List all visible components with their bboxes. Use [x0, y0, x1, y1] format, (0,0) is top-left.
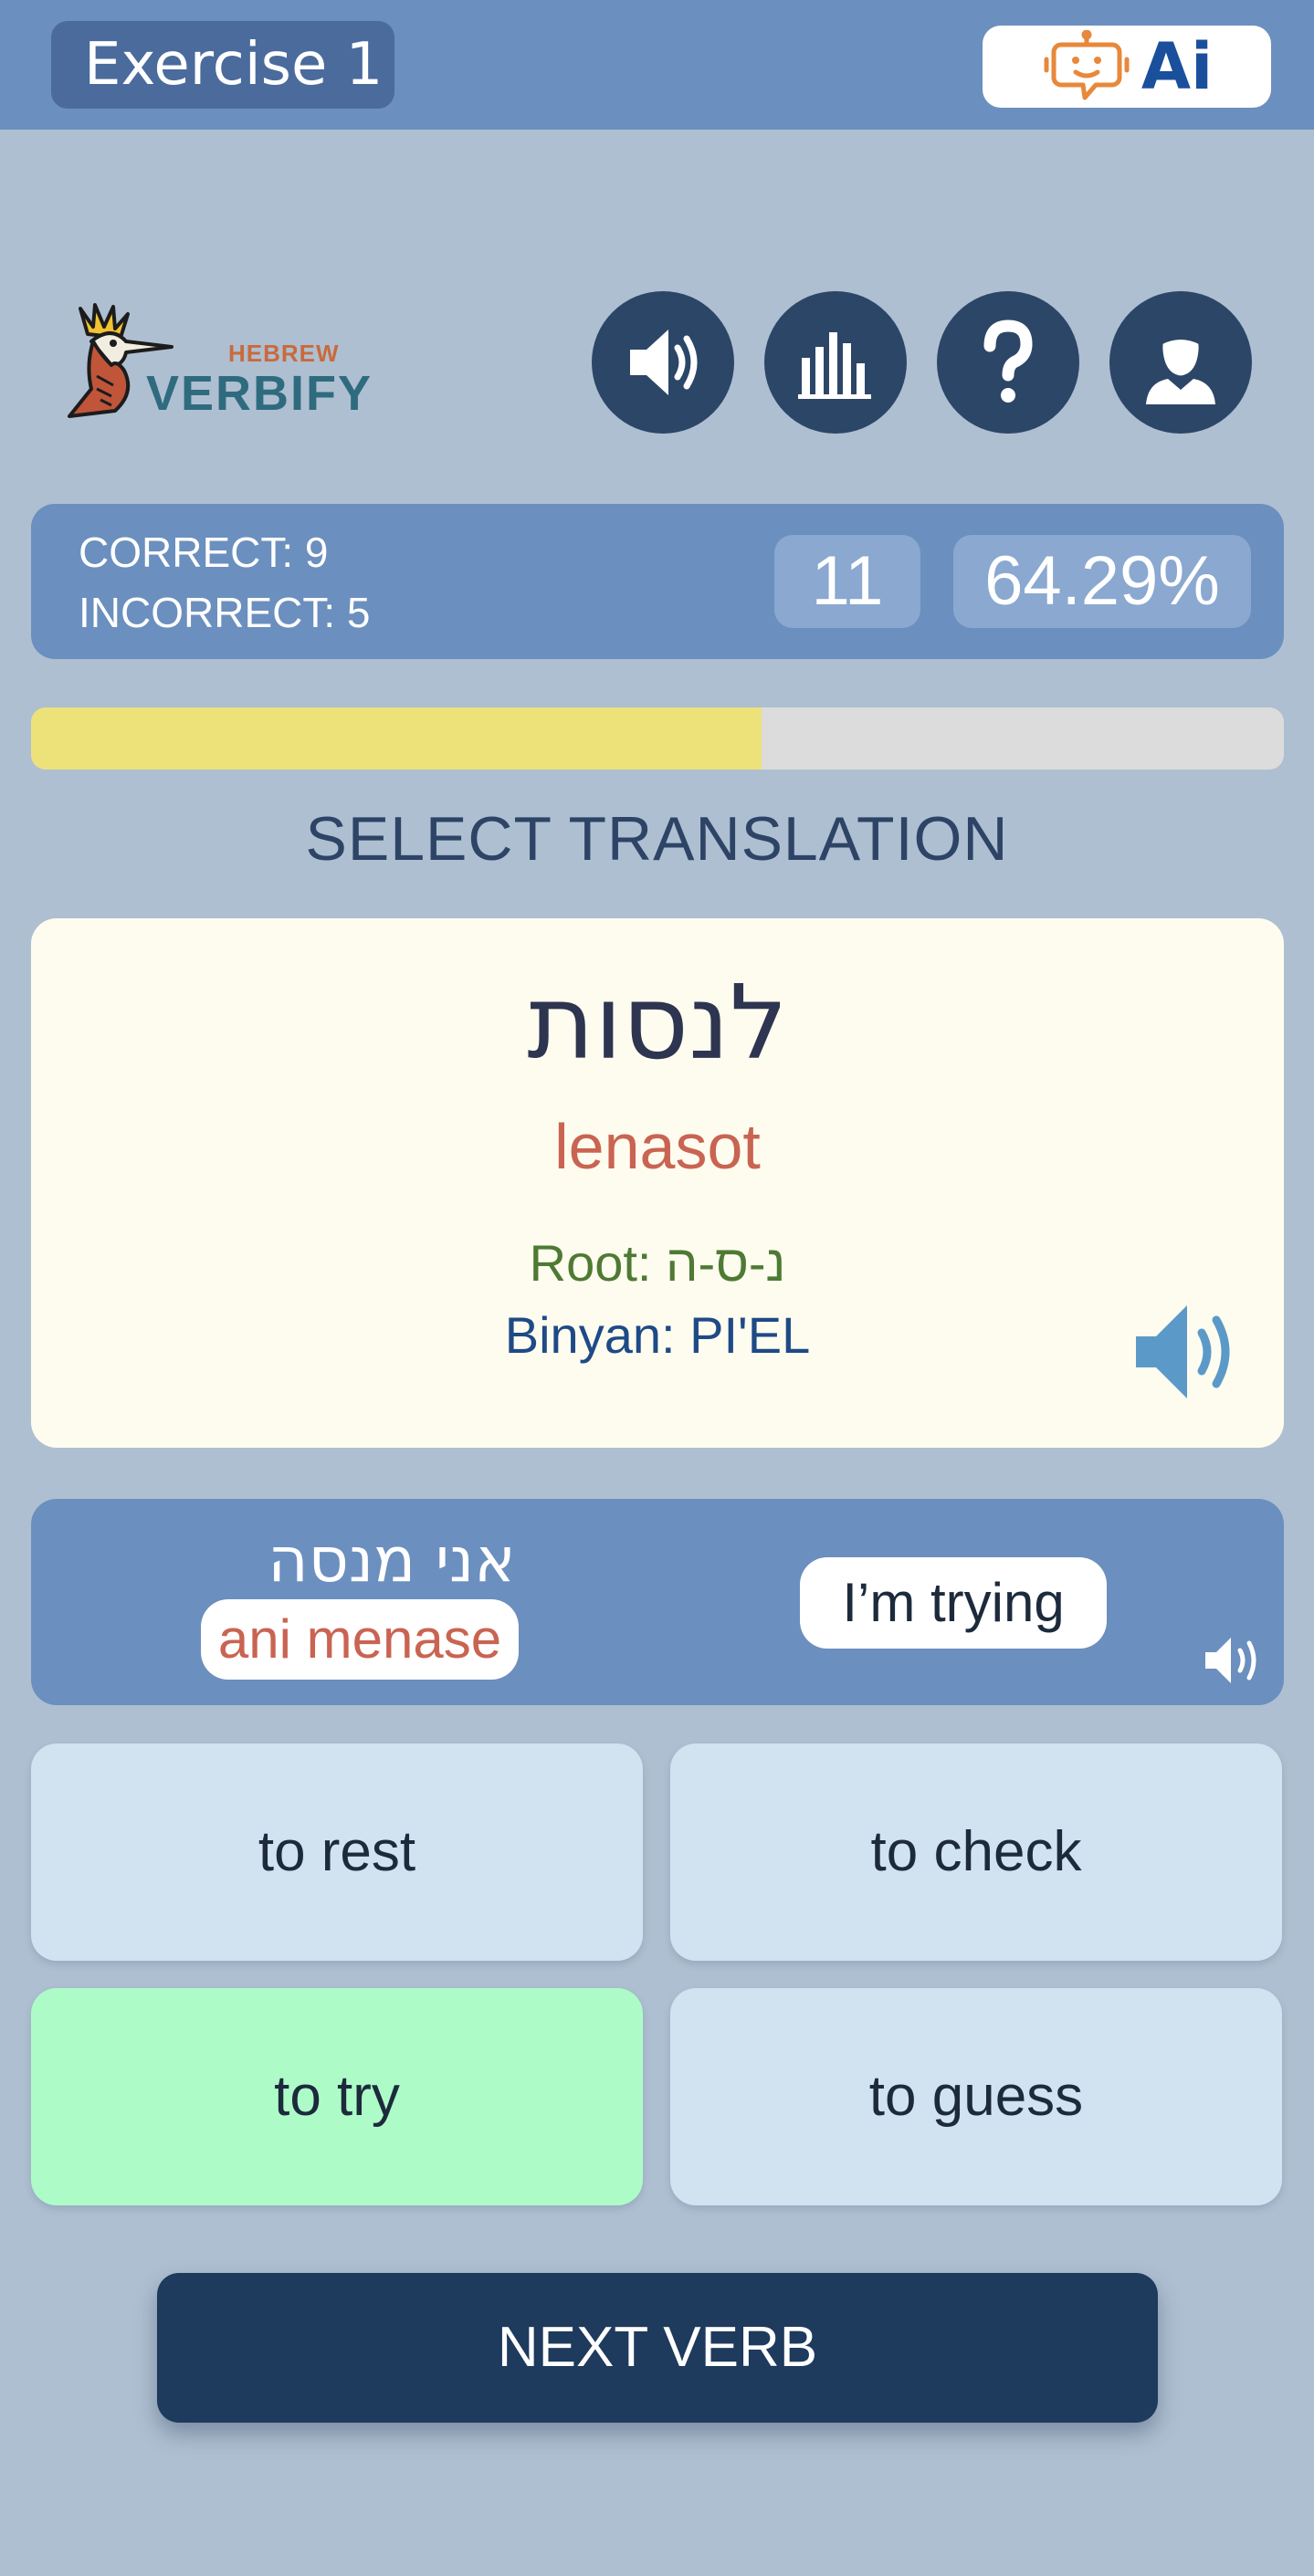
help-button[interactable]	[937, 291, 1079, 434]
example-english: I’m trying	[800, 1557, 1107, 1649]
app-logo: HEBREW VERBIFY	[60, 301, 371, 429]
instruction-text: SELECT TRANSLATION	[305, 804, 1009, 874]
sound-toggle-button[interactable]	[592, 291, 734, 434]
play-example-audio-icon[interactable]	[1202, 1628, 1266, 1692]
logo-hebrew-text: HEBREW	[228, 340, 340, 367]
streak-badge: 11	[774, 535, 920, 628]
example-panel: אני מנסה ani menase I’m trying	[31, 1499, 1284, 1705]
score-panel: CORRECT: 9 INCORRECT: 5 11 64.29%	[31, 504, 1284, 659]
correct-count: CORRECT: 9	[79, 529, 329, 576]
ai-assistant-button[interactable]: Ai	[983, 26, 1271, 108]
next-verb-button[interactable]: NEXT VERB	[157, 2273, 1158, 2423]
bar-chart-icon	[798, 332, 871, 399]
verb-root: Root: נ-ס-ה	[529, 1234, 786, 1292]
answer-option[interactable]: to try	[31, 1988, 643, 2205]
ai-label: Ai	[1141, 29, 1214, 104]
example-hebrew: אני מנסה	[268, 1524, 516, 1597]
verb-hebrew: לנסות	[527, 964, 788, 1083]
robot-chat-icon	[1044, 30, 1130, 100]
verb-transliteration: lenasot	[554, 1111, 761, 1182]
profile-button[interactable]	[1109, 291, 1252, 434]
progress-fill	[31, 707, 762, 770]
progress-bar	[31, 707, 1284, 770]
statistics-button[interactable]	[764, 291, 907, 434]
answer-option[interactable]: to rest	[31, 1744, 643, 1961]
incorrect-count: INCORRECT: 5	[79, 589, 371, 636]
accuracy-badge: 64.29%	[953, 535, 1251, 628]
exercise-label[interactable]: Exercise 1	[51, 21, 394, 109]
verb-card: לנסות lenasot Root: נ-ס-ה Binyan: PI'EL	[31, 918, 1284, 1448]
top-bar: Exercise 1 Ai	[0, 0, 1314, 130]
answer-option[interactable]: to check	[670, 1744, 1282, 1961]
play-verb-audio-icon[interactable]	[1132, 1293, 1251, 1411]
example-transliteration: ani menase	[201, 1599, 519, 1680]
speaker-icon	[630, 330, 698, 395]
user-icon	[1146, 326, 1215, 404]
logo-verbify-text: VERBIFY	[146, 366, 373, 421]
help-icon	[983, 319, 1033, 403]
verb-binyan: Binyan: PI'EL	[504, 1306, 811, 1364]
answer-option[interactable]: to guess	[670, 1988, 1282, 2205]
